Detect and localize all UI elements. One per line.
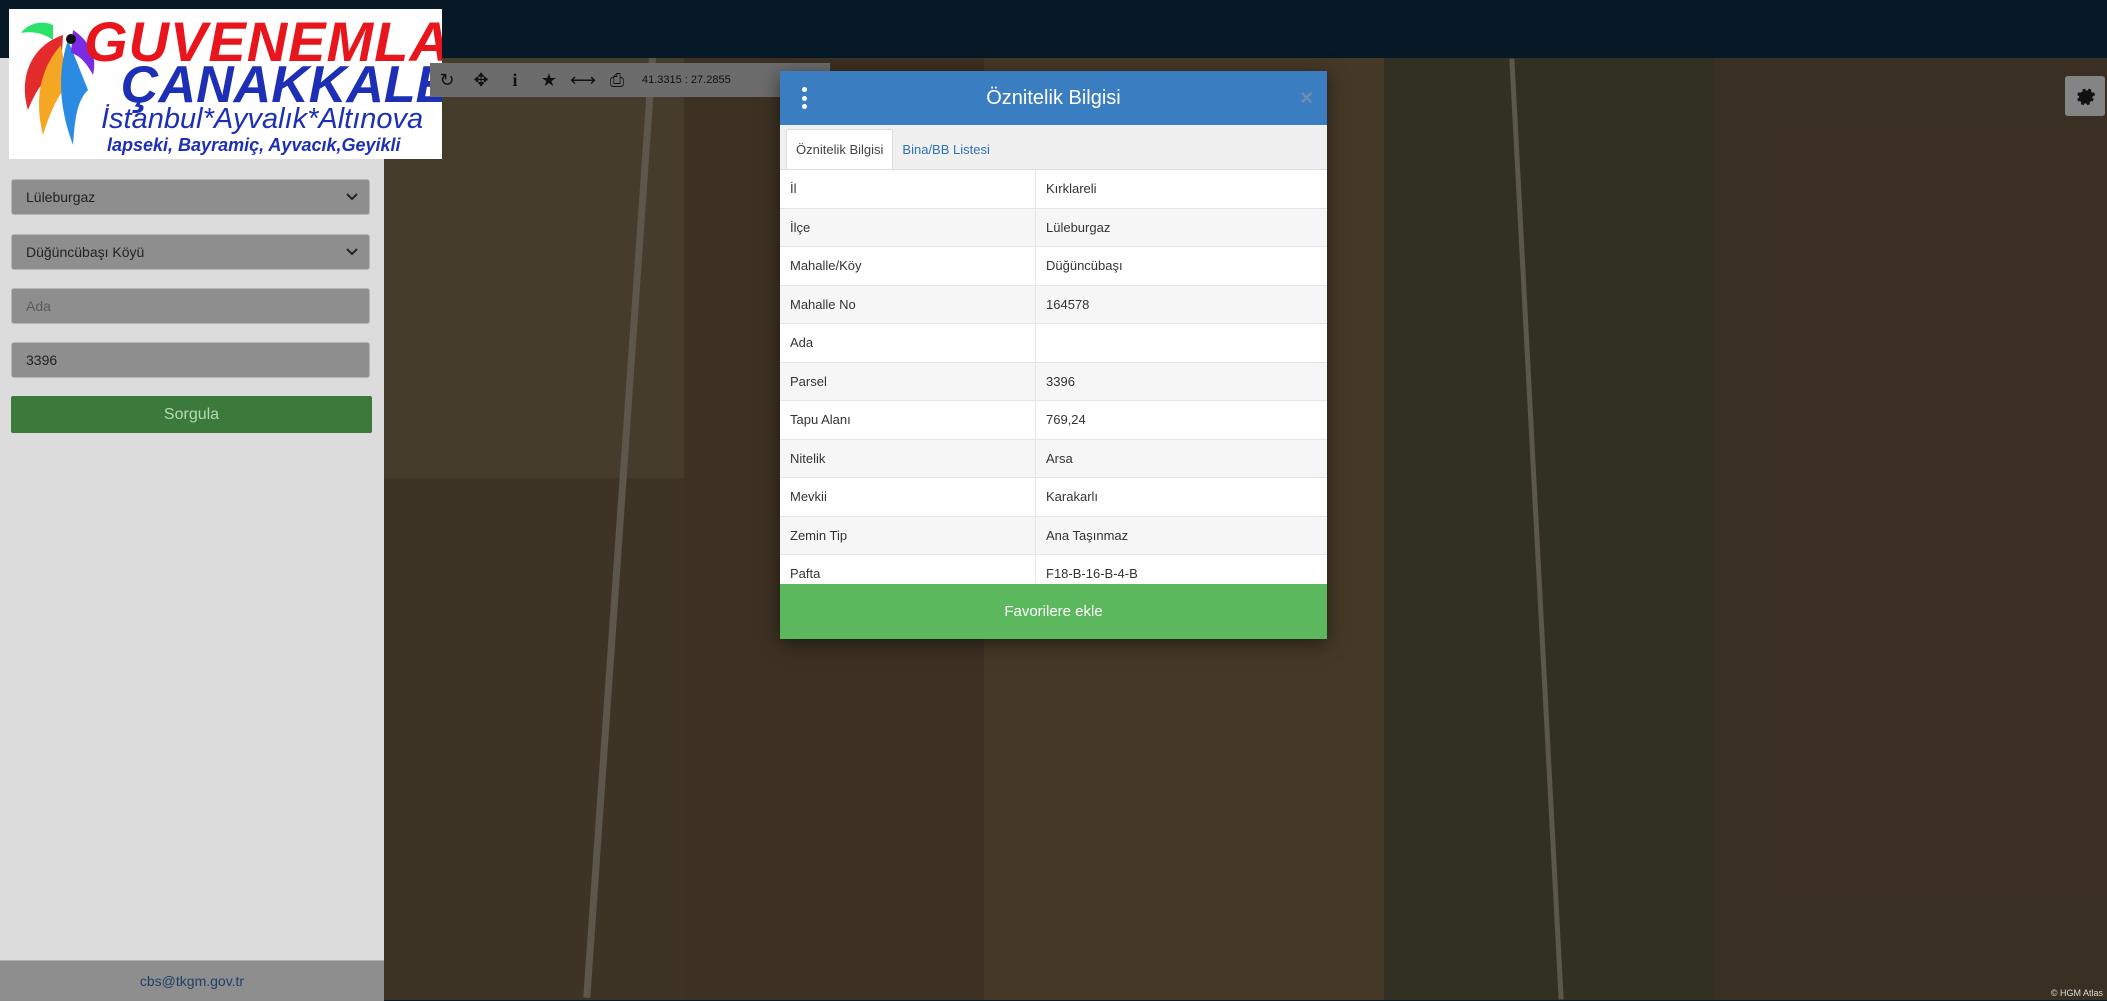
query-button[interactable]: Sorgula: [11, 396, 372, 433]
map-attribution: © HGM Atlas: [2050, 988, 2103, 998]
attribute-key: İl: [780, 170, 1036, 208]
attribute-value: 164578: [1046, 296, 1090, 312]
attribute-key: Parsel: [780, 362, 1036, 400]
attribute-value: 3396: [1046, 373, 1075, 389]
table-row: Mevkii Karakarlı: [780, 478, 1327, 517]
settings-button[interactable]: [2065, 76, 2105, 116]
footer-email-link[interactable]: cbs@tkgm.gov.tr: [0, 960, 384, 1001]
attribute-key: Mahalle No: [780, 285, 1036, 323]
attribute-value: Lüleburgaz: [1046, 219, 1111, 235]
logo: GUVENEMLAK ÇANAKKALE İstanbul*Ayvalık*Al…: [9, 9, 442, 159]
attribute-table: İl Kırklareli İlçe Lüleburgaz Mahalle/Köy Düğ…: [780, 170, 1327, 594]
star-icon[interactable]: ★: [532, 63, 566, 97]
add-favorite-button[interactable]: Favorilere ekle: [780, 584, 1327, 639]
attribute-key: Nitelik: [780, 439, 1036, 477]
table-row: Zemin Tip Ana Taşınmaz: [780, 516, 1327, 555]
attribute-value: Düğüncübaşı: [1046, 258, 1123, 274]
table-row: Tapu Alanı 769,24: [780, 401, 1327, 440]
attribute-value: Karakarlı: [1046, 489, 1099, 505]
ilce-select-value: Lüleburgaz: [26, 189, 96, 205]
parsel-input[interactable]: 3396: [11, 342, 370, 378]
attribute-key: Zemin Tip: [780, 516, 1036, 554]
chevron-down-icon: [346, 248, 358, 256]
tab-attribute-info[interactable]: Öznitelik Bilgisi: [786, 129, 894, 169]
attribute-key: Mevkii: [780, 478, 1036, 516]
table-row: Mahalle/Köy Düğüncübaşı: [780, 247, 1327, 286]
coordinates-readout: 41.3315 : 27.2855: [642, 74, 731, 86]
table-row: Ada: [780, 324, 1327, 363]
attribute-key: Ada: [780, 324, 1036, 362]
modal-header: Öznitelik Bilgisi ×: [780, 71, 1327, 125]
attribute-key: İlçe: [780, 208, 1036, 246]
attribute-value: Ana Taşınmaz: [1046, 527, 1129, 543]
table-row: Nitelik Arsa: [780, 439, 1327, 478]
pan-icon[interactable]: ✥: [464, 63, 498, 97]
map-toolbar: ↻ ✥ i ★ ⟷ ⎙ 41.3315 : 27.2855: [430, 63, 830, 97]
tab-building-list[interactable]: Bina/BB Listesi: [893, 130, 998, 169]
table-row: Parsel 3396: [780, 362, 1327, 401]
modal-title: Öznitelik Bilgisi: [986, 86, 1121, 109]
menu-dots-icon[interactable]: [802, 87, 808, 109]
measure-icon[interactable]: ⟷: [566, 63, 600, 97]
table-row: İl Kırklareli: [780, 170, 1327, 209]
attribute-info-modal: Öznitelik Bilgisi × Öznitelik Bilgisi Bi…: [780, 71, 1327, 639]
attribute-key: Tapu Alanı: [780, 401, 1036, 439]
attribute-value: [1036, 324, 1046, 362]
attribute-key: Mahalle/Köy: [780, 247, 1036, 285]
mahalle-select-value: Düğüncübaşı Köyü: [26, 244, 145, 260]
logo-line-3: İstanbul*Ayvalık*Altınova: [101, 103, 424, 135]
table-row: Mahalle No 164578: [780, 285, 1327, 324]
close-icon[interactable]: ×: [1300, 85, 1313, 111]
chevron-down-icon: [346, 193, 358, 201]
search-sidebar: Lüleburgaz Düğüncübaşı Köyü Ada 3396 Sor…: [0, 58, 384, 1001]
attribute-value: Arsa: [1046, 450, 1073, 466]
refresh-icon[interactable]: ↻: [430, 63, 464, 97]
table-row: İlçe Lüleburgaz: [780, 208, 1327, 247]
modal-tabs: Öznitelik Bilgisi Bina/BB Listesi: [780, 125, 1327, 170]
gear-icon: [2077, 88, 2096, 106]
attribute-value: Kırklareli: [1046, 181, 1097, 197]
ilce-select[interactable]: Lüleburgaz: [11, 179, 370, 215]
mahalle-select[interactable]: Düğüncübaşı Köyü: [11, 234, 370, 270]
info-icon[interactable]: i: [498, 63, 532, 97]
logo-line-4: lapseki, Bayramiç, Ayvacık,Geyikli: [107, 135, 401, 155]
print-icon[interactable]: ⎙: [600, 63, 634, 97]
attribute-value: 769,24: [1046, 412, 1086, 428]
ada-input[interactable]: Ada: [11, 288, 370, 324]
